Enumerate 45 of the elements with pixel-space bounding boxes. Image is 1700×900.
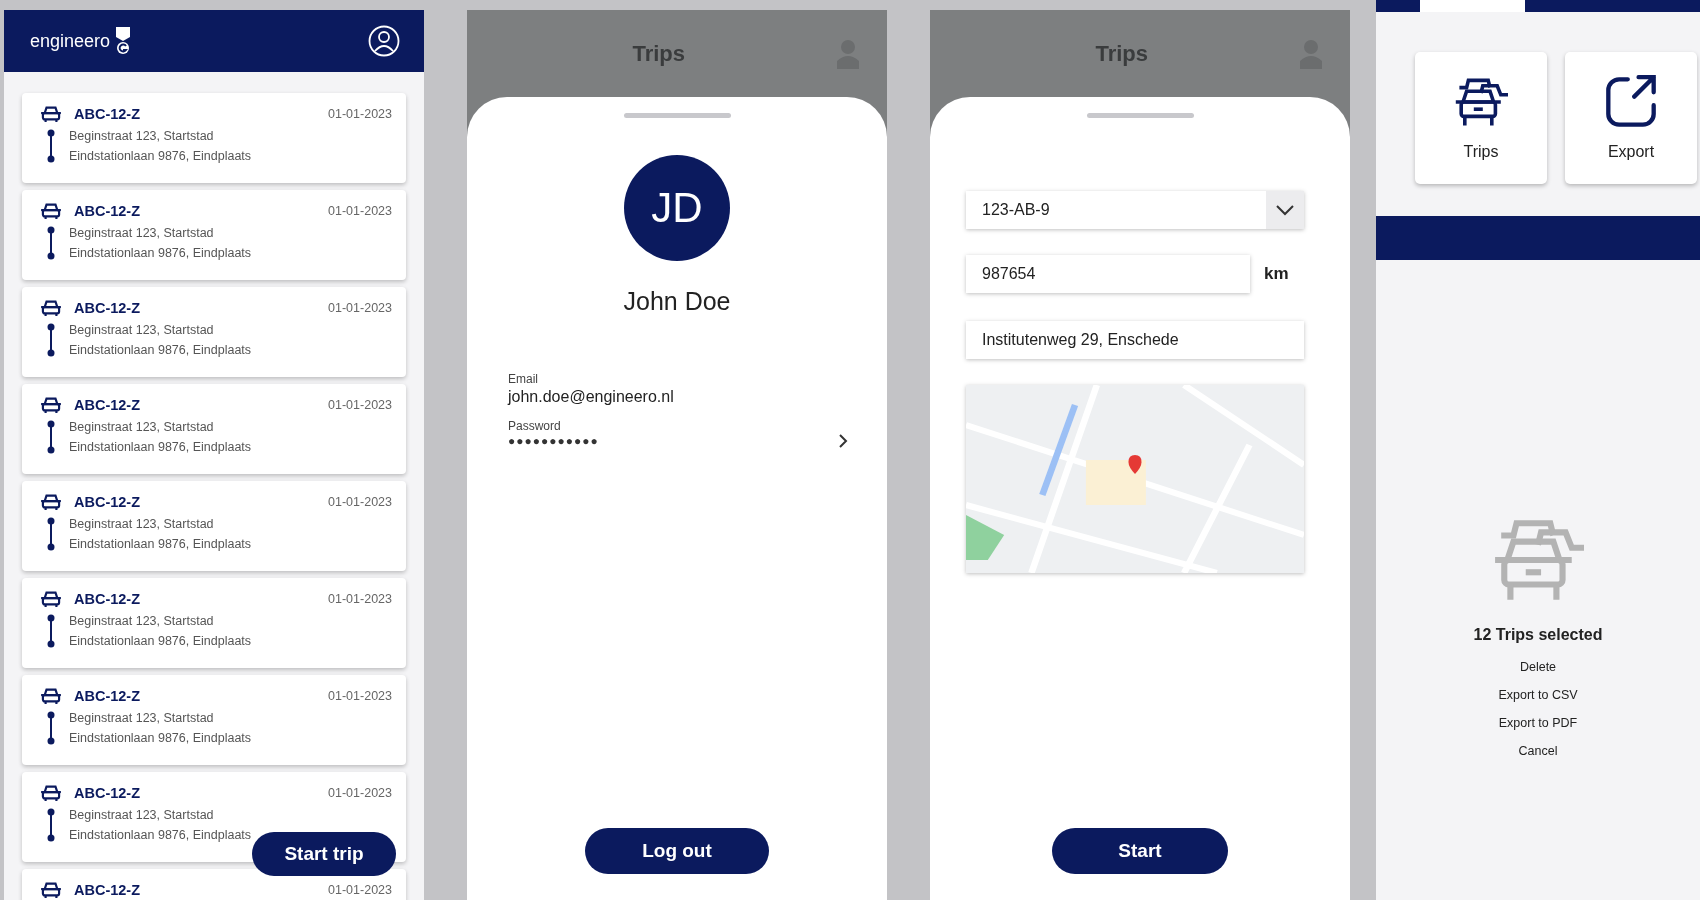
start-address: Beginstraat 123, Startstad: [69, 226, 215, 240]
start-address: Beginstraat 123, Startstad: [69, 614, 215, 628]
license-plate: ABC-12-Z: [74, 300, 142, 316]
start-address: Beginstraat 123, Startstad: [69, 129, 215, 143]
license-plate: ABC-12-Z: [74, 882, 142, 898]
trip-date: 01-01-2023: [328, 786, 392, 800]
user-name: John Doe: [623, 287, 731, 316]
trip-date: 01-01-2023: [328, 301, 392, 315]
trip-date: 01-01-2023: [328, 495, 392, 509]
start-address: Beginstraat 123, Startstad: [69, 517, 215, 531]
trip-date: 01-01-2023: [328, 883, 392, 897]
start-address: Beginstraat 123, Startstad: [69, 323, 215, 337]
end-address: Eindstationlaan 9876, Eindplaats: [69, 343, 252, 357]
trip-date: 01-01-2023: [328, 689, 392, 703]
header-title: Trips: [632, 40, 685, 67]
end-address: Eindstationlaan 9876, Eindplaats: [69, 537, 252, 551]
license-plate: ABC-12-Z: [74, 397, 142, 413]
header-title: Trips: [1095, 40, 1148, 67]
trip-date: 01-01-2023: [328, 107, 392, 121]
selection-count: 12 Trips selected: [1473, 626, 1603, 644]
license-plate: ABC-12-Z: [74, 494, 142, 510]
trip-date: 01-01-2023: [328, 592, 392, 606]
start-address: Beginstraat 123, Startstad: [69, 808, 215, 822]
license-plate: ABC-12-Z: [74, 785, 142, 801]
end-address: Eindstationlaan 9876, Eindplaats: [69, 246, 252, 260]
license-plate: ABC-12-Z: [74, 591, 142, 607]
end-address: Eindstationlaan 9876, Eindplaats: [69, 828, 252, 842]
trip-date: 01-01-2023: [328, 204, 392, 218]
end-address: Eindstationlaan 9876, Eindplaats: [69, 731, 252, 745]
license-plate: ABC-12-Z: [74, 106, 142, 122]
start-address: Beginstraat 123, Startstad: [69, 711, 215, 725]
end-address: Eindstationlaan 9876, Eindplaats: [69, 440, 252, 454]
field-label: Email: [508, 372, 539, 386]
start-address: Beginstraat 123, Startstad: [69, 420, 215, 434]
password-value: ●●●●●●●●●●●: [508, 434, 599, 448]
trip-date: 01-01-2023: [328, 398, 392, 412]
license-plate: ABC-12-Z: [74, 688, 142, 704]
field-value: john.doe@engineero.nl: [508, 388, 675, 406]
end-address: Eindstationlaan 9876, Eindplaats: [69, 634, 252, 648]
unit-label: km: [1264, 264, 1290, 284]
avatar: JD: [624, 155, 730, 261]
field-label: Password: [508, 419, 562, 433]
end-address: Eindstationlaan 9876, Eindplaats: [69, 149, 252, 163]
logo-text: engineero: [30, 30, 111, 52]
license-plate: ABC-12-Z: [74, 203, 142, 219]
